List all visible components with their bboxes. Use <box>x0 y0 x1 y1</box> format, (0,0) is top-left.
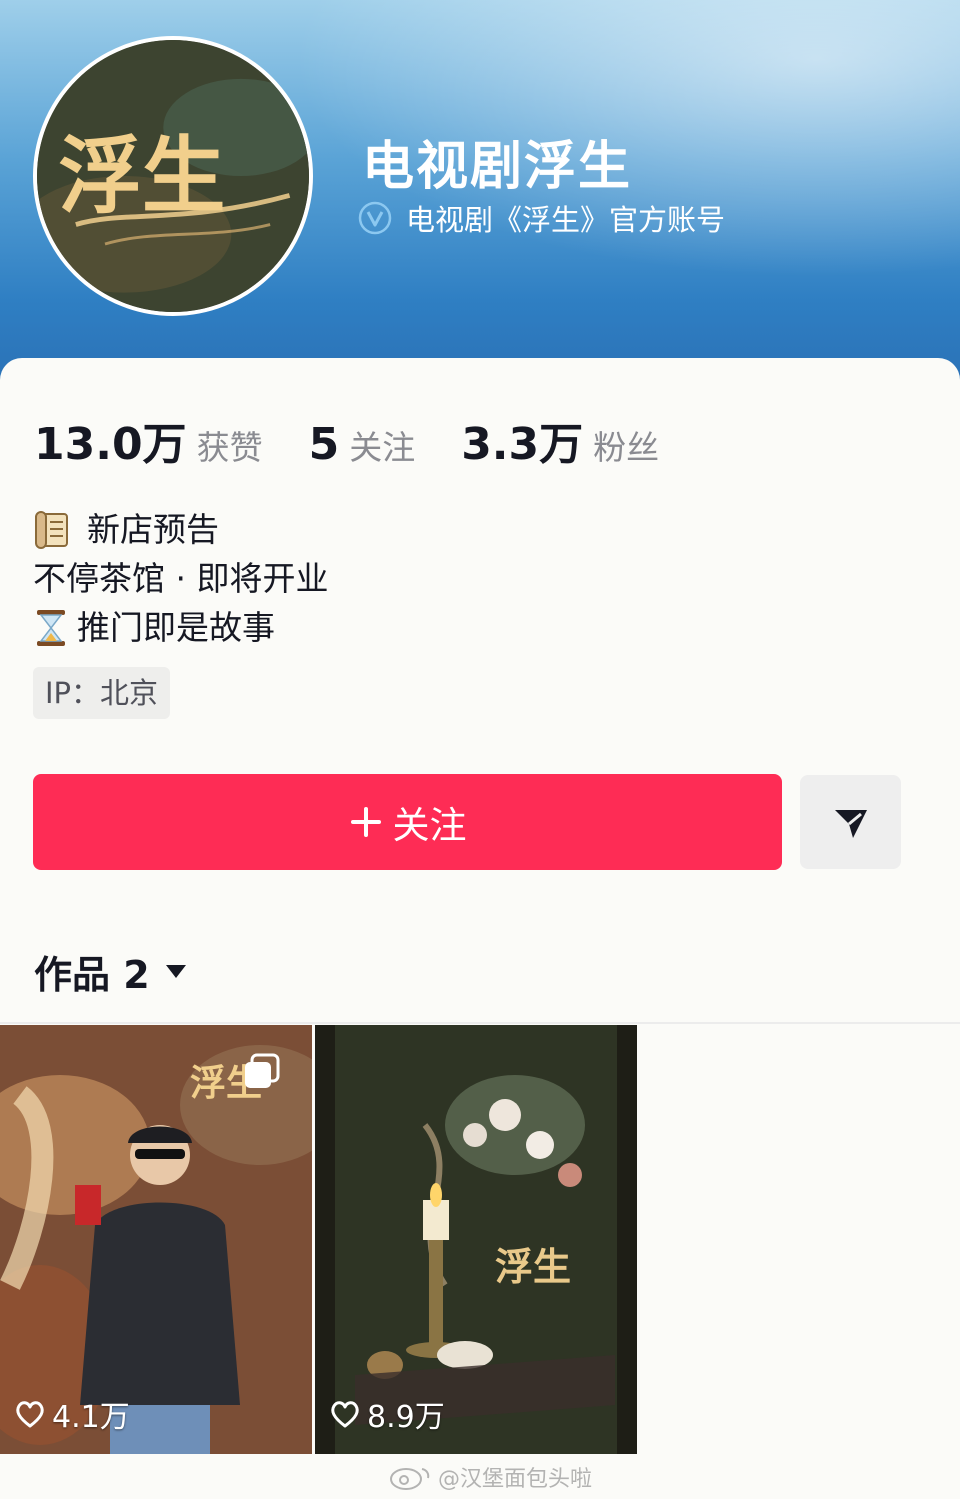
caret-down-icon <box>165 965 186 978</box>
stat-likes[interactable]: 13.0万 获赞 <box>34 408 263 472</box>
stats-row: 13.0万 获赞 5 关注 3.3万 粉丝 <box>34 408 705 470</box>
video-thumbnail-1[interactable]: 浮生 4.1万 <box>0 1025 312 1454</box>
video-1-likes-count: 4.1万 <box>52 1400 130 1435</box>
stat-likes-value: 13.0万 <box>34 419 187 470</box>
verified-icon <box>358 201 392 235</box>
profile-name: 电视剧浮生 <box>362 137 633 197</box>
heart-icon <box>331 1401 359 1428</box>
avatar-logo-text: 浮生 <box>58 127 225 225</box>
bio-line-3: 推门即是故事 <box>33 603 733 652</box>
watermark-text: @汉堡面包头啦 <box>438 1467 593 1492</box>
heart-icon <box>16 1401 44 1428</box>
stat-followers[interactable]: 3.3万 粉丝 <box>461 408 659 472</box>
video-thumbnail-2-image: 浮生 <box>315 1025 637 1454</box>
stat-likes-label: 获赞 <box>196 428 263 467</box>
svg-text:浮生: 浮生 <box>495 1244 571 1289</box>
bio-line-2: 不停茶馆 · 即将开业 <box>33 554 733 603</box>
stat-following-label: 关注 <box>349 428 416 467</box>
video-1-likes: 4.1万 <box>14 1392 130 1436</box>
follow-button-label: 关注 <box>392 804 467 847</box>
hourglass-icon <box>37 609 65 646</box>
video-thumbnail-2[interactable]: 浮生 8.9万 <box>315 1025 637 1454</box>
bio-line-1-text: 新店预告 <box>87 510 219 549</box>
video-2-likes: 8.9万 <box>329 1392 445 1436</box>
bio: 新店预告 不停茶馆 · 即将开业 推门即是故事 <box>33 505 733 652</box>
avatar[interactable]: 浮生 <box>33 36 313 316</box>
works-tab-label: 作品 2 <box>34 952 150 997</box>
stat-followers-label: 粉丝 <box>593 428 660 467</box>
works-tab[interactable]: 作品 2 <box>34 945 188 997</box>
weibo-icon <box>390 1468 430 1490</box>
stat-followers-value: 3.3万 <box>461 419 584 470</box>
bio-line-1: 新店预告 <box>33 505 733 554</box>
stat-following[interactable]: 5 关注 <box>309 419 416 470</box>
bio-line-3-text: 推门即是故事 <box>77 608 275 647</box>
bio-line-2-text: 不停茶馆 · 即将开业 <box>33 559 329 598</box>
stat-following-value: 5 <box>308 419 340 470</box>
scroll-icon <box>35 510 68 549</box>
verification-text: 电视剧《浮生》官方账号 <box>406 203 726 237</box>
message-button[interactable] <box>800 775 901 869</box>
weibo-watermark: @汉堡面包头啦 <box>388 1462 592 1492</box>
avatar-logo: 浮生 <box>37 40 309 312</box>
multi-image-icon <box>245 1053 280 1088</box>
follow-button[interactable]: 关注 <box>33 774 782 870</box>
plus-icon <box>350 807 381 837</box>
verification-row: 电视剧《浮生》官方账号 <box>358 198 725 238</box>
divider <box>0 1022 960 1024</box>
video-2-likes-count: 8.9万 <box>367 1400 445 1435</box>
send-icon <box>834 810 867 838</box>
ip-location-tag: IP：北京 <box>33 667 171 719</box>
